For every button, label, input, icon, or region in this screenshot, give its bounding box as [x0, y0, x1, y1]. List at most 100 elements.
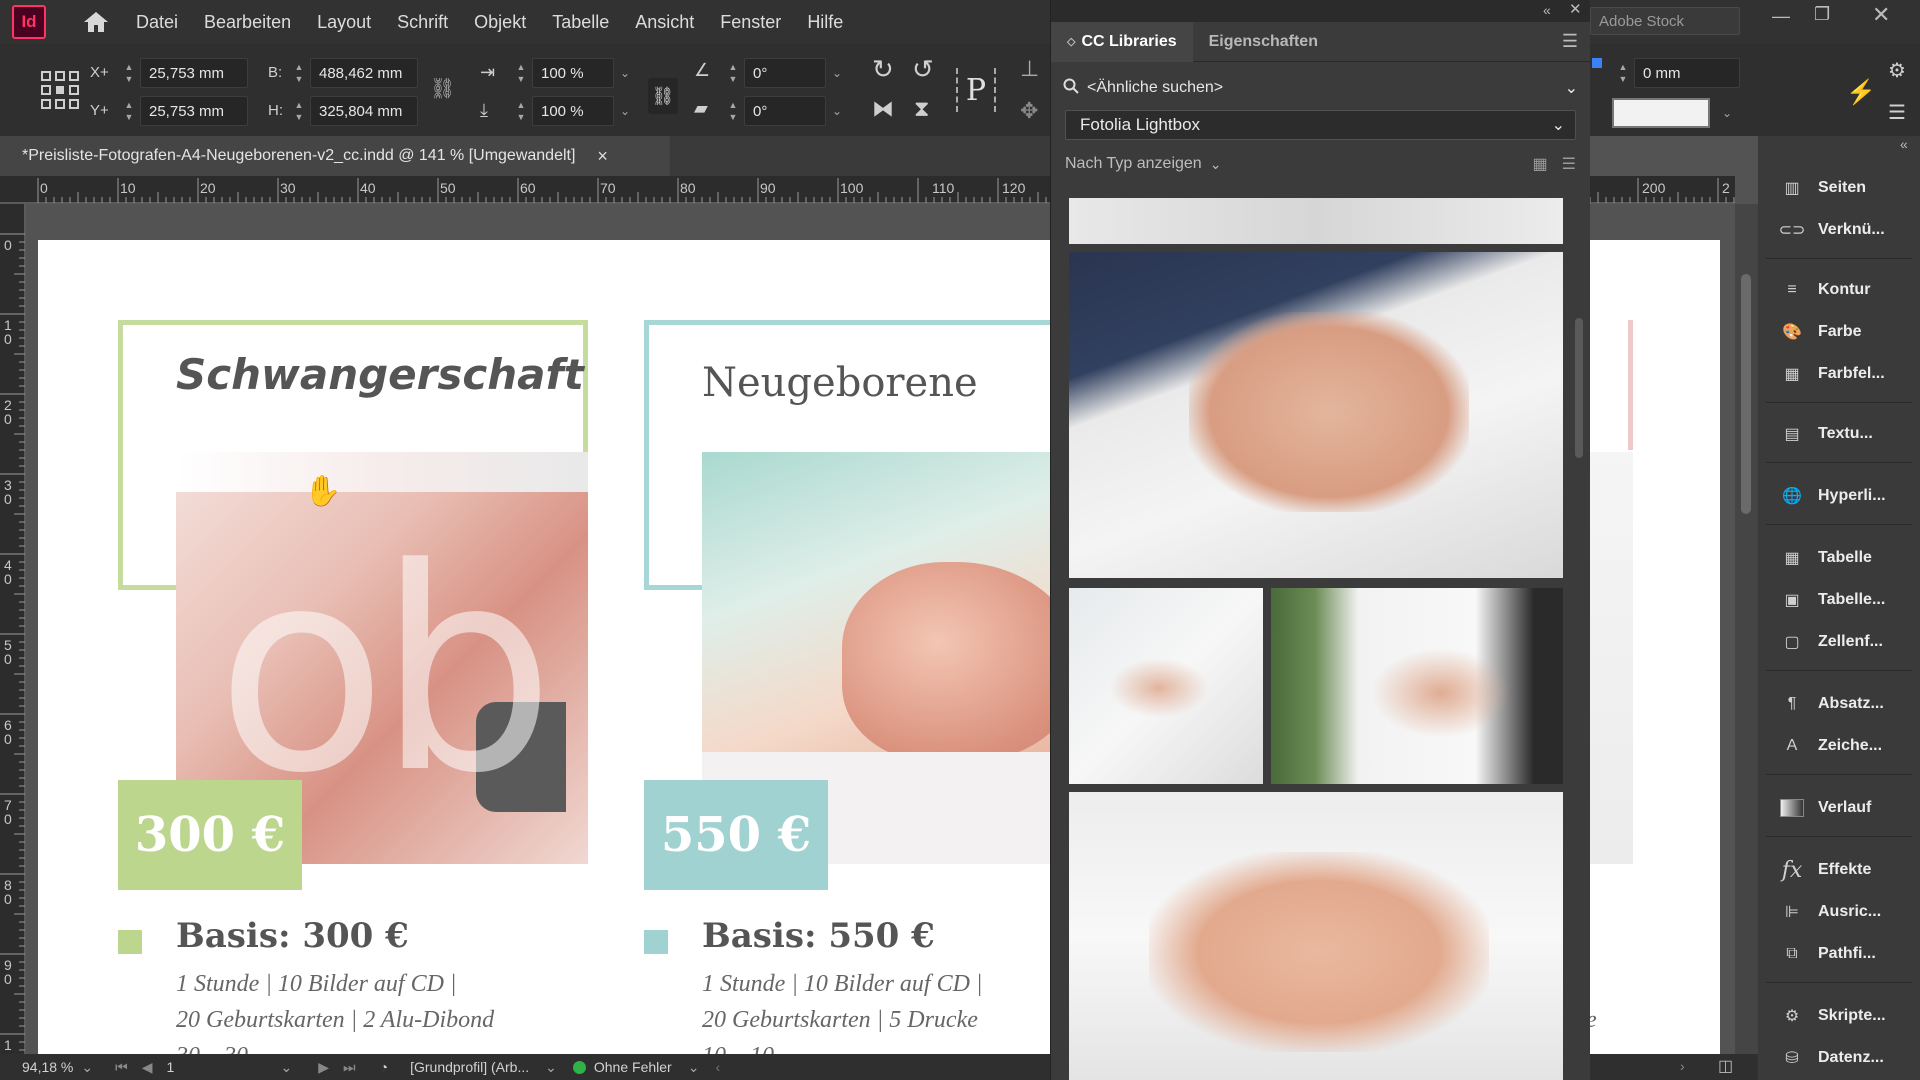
dock-textumfluss[interactable]: ▤ Textu...	[1758, 416, 1920, 452]
w-stepper[interactable]: ▲ ▼	[290, 58, 308, 88]
card1-title[interactable]: Schwangerschaft	[176, 350, 584, 399]
library-asset-thumbnail[interactable]	[1069, 252, 1563, 578]
page-dropdown-icon[interactable]: ⌄	[281, 1059, 293, 1076]
frame-direction-icon[interactable]: P	[956, 68, 996, 112]
scroll-right-icon[interactable]: ›	[1680, 1058, 1685, 1074]
card3-frame-edge[interactable]	[1628, 320, 1633, 450]
library-asset-thumbnail[interactable]	[1069, 792, 1563, 1080]
rotation-input[interactable]: 0°	[744, 58, 826, 88]
canvas-vertical-scrollbar[interactable]	[1735, 204, 1758, 1054]
dock-kontur[interactable]: ≡ Kontur	[1758, 272, 1920, 308]
card1-desc-line3[interactable]: 30 – 30	[176, 1038, 248, 1054]
menu-fenster[interactable]: Fenster	[720, 12, 781, 33]
link-scale-icon[interactable]: ⛓	[648, 78, 678, 114]
card2-title[interactable]: Neugeborene	[702, 360, 978, 406]
card1-price[interactable]: 300 €	[118, 780, 302, 890]
dock-ausrichten[interactable]: ⊫ Ausric...	[1758, 894, 1920, 930]
menu-objekt[interactable]: Objekt	[474, 12, 526, 33]
angle-stepper[interactable]: ▲ ▼	[724, 58, 742, 88]
minimize-icon[interactable]: —	[1772, 6, 1790, 27]
dock-tabellenformate[interactable]: ▣ Tabelle...	[1758, 582, 1920, 618]
panel-scrollbar[interactable]	[1571, 198, 1587, 1078]
shear-dropdown[interactable]: ⌄	[826, 96, 848, 126]
card3-photo-edge[interactable]	[1588, 452, 1633, 864]
document-tab[interactable]: *Preisliste-Fotografen-A4-Neugeborenen-v…	[0, 136, 670, 176]
menu-bearbeiten[interactable]: Bearbeiten	[204, 12, 291, 33]
library-asset-thumbnail[interactable]	[1069, 198, 1563, 244]
next-page-icon[interactable]: ▶	[318, 1059, 329, 1076]
grid-view-icon[interactable]: ▦	[1533, 154, 1548, 174]
rotate-ccw-icon[interactable]: ↺	[912, 54, 934, 85]
shear-input[interactable]: 0°	[744, 96, 826, 126]
stroke-type-dropdown[interactable]: ⌄	[1716, 98, 1738, 128]
close-tab-icon[interactable]: ×	[597, 146, 608, 167]
stroke-weight-input[interactable]: 0 mm	[1634, 58, 1740, 88]
vertical-ruler[interactable]: 0 1 0 2 0 3 0 4 0 5 0 6 0 7 0 8 0 9 0 1	[0, 204, 26, 1054]
first-page-icon[interactable]: ⏮	[115, 1059, 128, 1076]
error-status[interactable]: Ohne Fehler	[594, 1059, 672, 1075]
list-view-icon[interactable]: ☰	[1562, 154, 1576, 174]
chevron-down-icon[interactable]: ⌄	[1565, 78, 1578, 98]
split-view-icon[interactable]: ◫	[1718, 1056, 1733, 1076]
dock-farbe[interactable]: 🎨 Farbe	[1758, 314, 1920, 350]
rotation-dropdown[interactable]: ⌄	[826, 58, 848, 88]
menu-layout[interactable]: Layout	[317, 12, 371, 33]
dock-zellenformate[interactable]: ▢ Zellenf...	[1758, 624, 1920, 660]
panel-menu-icon[interactable]: ☰	[1888, 100, 1906, 125]
stock-search-input[interactable]: Adobe Stock	[1590, 7, 1740, 35]
dock-farbfelder[interactable]: ▦ Farbfel...	[1758, 356, 1920, 392]
expand-dock-icon[interactable]: «	[1900, 136, 1908, 152]
collapse-panel-icon[interactable]: «	[1543, 2, 1551, 18]
tab-eigenschaften[interactable]: Eigenschaften	[1193, 22, 1334, 62]
dock-verknuepfungen[interactable]: ⊂⊃ Verknü...	[1758, 212, 1920, 248]
select-container-icon[interactable]: ⊥	[1020, 56, 1039, 82]
card1-desc-line2[interactable]: 20 Geburtskarten | 2 Alu-Dibond	[176, 1002, 494, 1038]
scale-y-stepper[interactable]: ▲ ▼	[512, 96, 530, 126]
quick-apply-icon[interactable]: ⚡	[1846, 78, 1876, 107]
scale-y-dropdown[interactable]: ⌄	[614, 96, 636, 126]
errors-dropdown-icon[interactable]: ⌄	[688, 1059, 700, 1076]
page-number-field[interactable]: 1	[167, 1059, 277, 1075]
card2-desc-line1[interactable]: 1 Stunde | 10 Bilder auf CD |	[702, 966, 983, 1002]
restore-icon[interactable]: ❐	[1814, 4, 1830, 25]
menu-schrift[interactable]: Schrift	[397, 12, 448, 33]
stroke-stepper[interactable]: ▲ ▼	[1614, 58, 1632, 88]
card2-desc-line3[interactable]: 10 – 10	[702, 1038, 774, 1054]
reference-point-icon[interactable]	[40, 70, 80, 115]
dock-verlauf[interactable]: Verlauf	[1758, 790, 1920, 826]
flip-horizontal-icon[interactable]: ⧓	[872, 96, 894, 122]
rotate-cw-icon[interactable]: ↻	[872, 54, 894, 85]
dock-absatzformate[interactable]: ¶ Absatz...	[1758, 686, 1920, 722]
h-stepper[interactable]: ▲ ▼	[290, 96, 308, 126]
zoom-level[interactable]: 94,18 %	[22, 1059, 73, 1075]
library-select[interactable]: Fotolia Lightbox ⌄	[1065, 110, 1576, 140]
menu-datei[interactable]: Datei	[136, 12, 178, 33]
preflight-profile[interactable]: [Grundprofil] (Arb...	[410, 1059, 529, 1075]
dock-skripte[interactable]: ⚙ Skripte...	[1758, 998, 1920, 1034]
panel-options-icon[interactable]: ☰	[1562, 31, 1578, 52]
profile-dropdown-icon[interactable]: ⌄	[545, 1059, 557, 1076]
dock-hyperlinks[interactable]: 🌐 Hyperli...	[1758, 478, 1920, 514]
dock-seiten[interactable]: ▥ Seiten	[1758, 170, 1920, 206]
select-content-icon[interactable]: ✥	[1020, 98, 1038, 124]
zoom-dropdown-icon[interactable]: ⌄	[81, 1059, 93, 1076]
scale-y-input[interactable]: 100 %	[532, 96, 614, 126]
dock-datenzusammenfuehrung[interactable]: ⛁ Datenz...	[1758, 1040, 1920, 1076]
shear-stepper[interactable]: ▲ ▼	[724, 96, 742, 126]
scale-x-dropdown[interactable]: ⌄	[614, 58, 636, 88]
scrollbar-thumb[interactable]	[1741, 274, 1751, 514]
close-panel-icon[interactable]: ✕	[1569, 0, 1582, 18]
dock-zeichenformate[interactable]: A Zeiche...	[1758, 728, 1920, 764]
scale-x-stepper[interactable]: ▲ ▼	[512, 58, 530, 88]
menu-ansicht[interactable]: Ansicht	[635, 12, 694, 33]
card1-desc-line1[interactable]: 1 Stunde | 10 Bilder auf CD |	[176, 966, 457, 1002]
similar-search-field[interactable]: <Ähnliche suchen> ⌄	[1063, 72, 1578, 104]
width-input[interactable]: 488,462 mm	[310, 58, 418, 88]
tab-cc-libraries[interactable]: ◇ CC Libraries	[1051, 21, 1193, 62]
preflight-profile-icon[interactable]: ◔	[380, 1059, 388, 1075]
scroll-left-icon[interactable]: ‹	[715, 1059, 720, 1075]
filter-by-type[interactable]: Nach Typ anzeigen ⌄ ▦ ☰	[1065, 150, 1576, 178]
menu-hilfe[interactable]: Hilfe	[807, 12, 843, 33]
dock-pathfinder[interactable]: ⧉ Pathfi...	[1758, 936, 1920, 972]
height-input[interactable]: 325,804 mm	[310, 96, 418, 126]
